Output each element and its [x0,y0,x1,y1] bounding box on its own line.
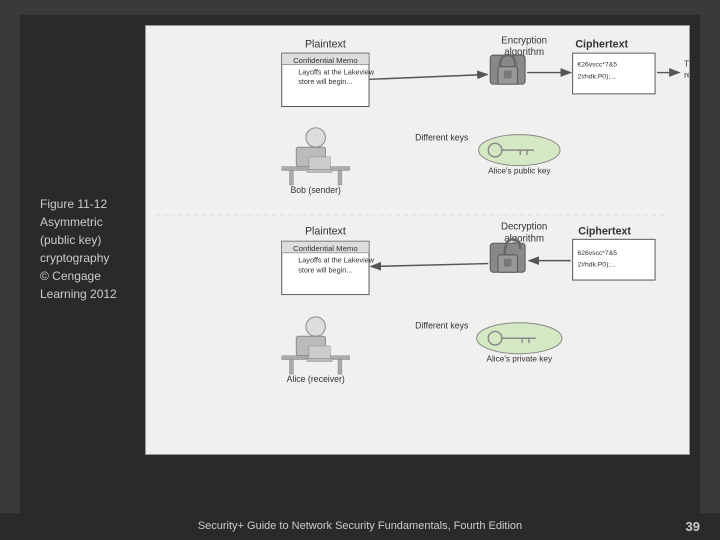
diagram-svg: Plaintext Encryption algorithm Ciphertex… [146,26,689,443]
svg-text:Different keys: Different keys [415,321,469,331]
svg-text:Confidential Memo: Confidential Memo [293,56,358,65]
svg-text:Encryption: Encryption [501,35,547,46]
svg-text:Bob (sender): Bob (sender) [290,185,340,195]
svg-text:Ciphertext: Ciphertext [575,38,628,50]
slide-container: Figure 11-12 Asymmetric (public key) cry… [0,0,720,540]
svg-text:Confidential Memo: Confidential Memo [293,244,358,253]
svg-text:Transmitted to: Transmitted to [684,60,689,69]
svg-text:€26vscc*7&5: €26vscc*7&5 [577,62,617,69]
diagram-area: Plaintext Encryption algorithm Ciphertex… [145,25,690,455]
page-number: 39 [670,519,700,534]
svg-text:626vscc*7&5: 626vscc*7&5 [577,250,617,257]
svg-text:Decryption: Decryption [501,222,547,233]
svg-text:Different keys: Different keys [415,132,469,142]
svg-text:Alice's private key: Alice's private key [486,354,553,363]
slide-inner: Figure 11-12 Asymmetric (public key) cry… [20,15,700,525]
svg-text:Plaintext: Plaintext [305,225,346,237]
svg-text:Layoffs at the Lakeview: Layoffs at the Lakeview [298,67,375,76]
svg-text:Alice's public key: Alice's public key [488,166,551,175]
svg-text:2#hdk.P0);...: 2#hdk.P0);... [577,73,615,80]
bottom-bar: Security+ Guide to Network Security Fund… [0,513,720,540]
caption-area: Figure 11-12 Asymmetric (public key) cry… [30,25,145,303]
svg-text:store will begin...: store will begin... [298,265,352,274]
svg-text:2#hdk.P0);...: 2#hdk.P0);... [577,261,615,268]
caption-text: Figure 11-12 Asymmetric (public key) cry… [40,195,145,303]
svg-text:store will begin...: store will begin... [298,77,352,86]
svg-text:Ciphertext: Ciphertext [578,225,631,237]
bottom-text: Security+ Guide to Network Security Fund… [50,519,670,534]
svg-text:Layoffs at the Lakeview: Layoffs at the Lakeview [298,256,375,265]
svg-text:remote user: remote user [684,70,689,79]
svg-text:Alice (receiver): Alice (receiver) [287,374,345,384]
plaintext-top-label: Plaintext [305,38,346,50]
